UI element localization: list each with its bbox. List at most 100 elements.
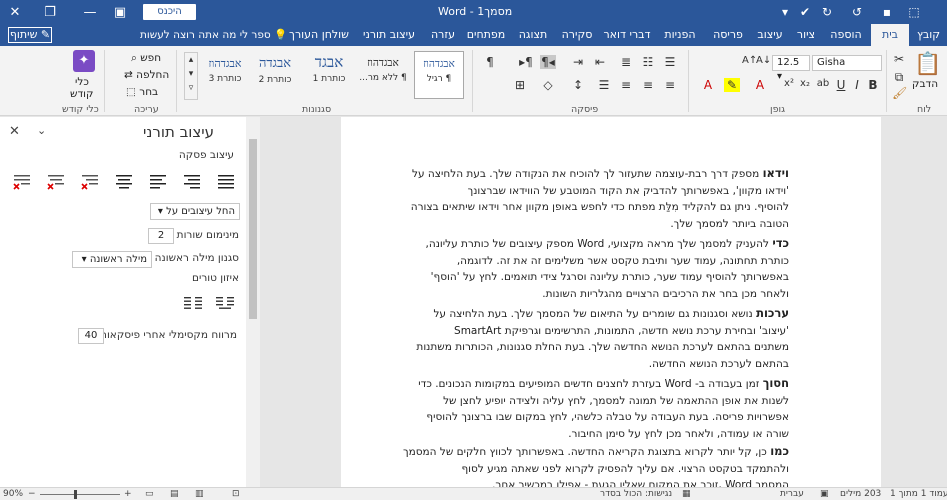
pane-scrollbar[interactable] [246, 117, 260, 487]
tab-help[interactable]: עזרה [426, 24, 460, 46]
show-marks-icon[interactable]: ¶ [482, 55, 498, 69]
proofing-icon[interactable]: ▣ [820, 488, 829, 500]
focus-icon[interactable]: ⊡ [232, 488, 240, 500]
print-layout-icon[interactable]: ▤ [170, 488, 179, 500]
increase-indent-icon[interactable]: ⇥ [570, 55, 586, 69]
tab-torah-design[interactable]: עיצוב תורני [354, 24, 424, 46]
document-page[interactable]: וידאו מספק דרך רבת-עוצמה שתעזור לך להוכי… [341, 117, 881, 487]
tab-home[interactable]: בית [871, 24, 909, 46]
close-icon[interactable]: ✕ [9, 124, 20, 139]
ribbon-display-icon[interactable]: ▣ [105, 0, 135, 24]
subscript-icon[interactable]: x₂ [798, 78, 812, 89]
highlight-icon[interactable]: ✎ [724, 78, 740, 92]
font-color-icon[interactable]: A [752, 78, 768, 92]
tab-editor-desk[interactable]: שולחן העורך [286, 24, 352, 46]
copy-icon[interactable]: ⧉ [892, 70, 906, 85]
page-number[interactable]: עמוד 1 מתוך 1 [890, 488, 947, 500]
apply-styles-dropdown[interactable]: החל עיצובים על ▾ [150, 203, 240, 220]
grow-font-icon[interactable]: A↑ [742, 55, 757, 66]
zoom-in-icon[interactable]: + [124, 488, 132, 500]
find-button[interactable]: חפש ⌕ [131, 52, 161, 65]
paste-label[interactable]: הדבק [912, 78, 938, 90]
strikethrough-icon[interactable]: ab [816, 78, 830, 89]
multilevel-list-icon[interactable]: ≣ [618, 55, 634, 69]
style-heading-3[interactable]: אבגדהוז כותרת 3 [200, 51, 250, 99]
autosave-icon[interactable]: ⬚ [905, 3, 923, 21]
redo-icon[interactable]: ↻ [818, 3, 836, 21]
remove-align-icon[interactable] [80, 173, 100, 191]
web-layout-icon[interactable]: ▭ [145, 488, 154, 500]
align-center-icon[interactable]: ≡ [640, 78, 656, 92]
decrease-indent-icon[interactable]: ⇤ [592, 55, 608, 69]
underline-icon[interactable]: U [834, 78, 848, 92]
word-count[interactable]: 203 מילים [840, 488, 881, 500]
undo-icon[interactable]: ↺ [848, 3, 866, 21]
superscript-icon[interactable]: x² [782, 78, 796, 89]
paragraph-design[interactable]: כדי להעניק למסמך שלך מראה מקצועי, Word מ… [393, 235, 789, 302]
zoom-slider[interactable] [40, 488, 120, 500]
bullets-icon[interactable]: ☰ [662, 55, 678, 69]
style-heading-2[interactable]: אבגדה כותרת 2 [250, 51, 300, 99]
accessibility-status[interactable]: נגישות: הכול בסדר [600, 488, 672, 500]
tab-draw[interactable]: ציור [790, 24, 822, 46]
remove-center-icon[interactable] [46, 173, 66, 191]
save-icon[interactable]: ▪ [878, 3, 896, 21]
paragraph-themes[interactable]: ערכות נושא וסגנונות גם שומרים על התיאום … [393, 305, 789, 372]
numbering-icon[interactable]: ☷ [640, 55, 656, 69]
bold-icon[interactable]: B [866, 78, 880, 92]
zoom-level[interactable]: 90% [3, 488, 23, 500]
first-word-dropdown[interactable]: מילה ראשונה ▾ [72, 251, 152, 268]
paragraph-reading[interactable]: כמו כן, קל יותר לקרוא בתצוגת הקריאה החדש… [393, 443, 789, 487]
tab-design[interactable]: עיצוב [752, 24, 788, 46]
scrollbar-thumb[interactable] [249, 139, 257, 319]
text-effects-icon[interactable]: A [700, 78, 716, 92]
holy-tools-icon[interactable]: ✦ [73, 50, 95, 72]
read-mode-icon[interactable]: ▥ [195, 488, 204, 500]
min-lines-input[interactable]: 2 [148, 228, 174, 244]
max-spacing-input[interactable]: 40 [78, 328, 104, 344]
italic-icon[interactable]: I [850, 78, 864, 92]
font-name-box[interactable]: Gisha [812, 55, 882, 71]
close-icon[interactable]: ✕ [0, 0, 30, 24]
align-right-icon[interactable] [182, 173, 202, 191]
style-heading-1[interactable]: אבגד כותרת 1 [304, 51, 354, 99]
shading-icon[interactable]: ◇ [540, 78, 556, 92]
remove-justify-icon[interactable] [12, 173, 32, 191]
minimize-icon[interactable]: — [75, 0, 105, 24]
chevron-down-icon[interactable]: ⌄ [37, 124, 46, 137]
select-button[interactable]: בחר ⬚ [126, 86, 158, 98]
justify-icon[interactable]: ☰ [596, 78, 612, 92]
justify-icon[interactable] [216, 173, 236, 191]
paste-icon[interactable]: 📋 [914, 52, 941, 77]
align-right-icon[interactable]: ≡ [662, 78, 678, 92]
zoom-out-icon[interactable]: − [28, 488, 36, 500]
columns-balanced-icon[interactable] [215, 295, 235, 313]
align-left-icon[interactable] [148, 173, 168, 191]
columns-icon[interactable] [183, 295, 203, 313]
font-size-box[interactable]: 12.5 ▾ [772, 55, 810, 82]
zoom-thumb[interactable] [74, 490, 77, 499]
replace-button[interactable]: החלפה ⇄ [124, 69, 169, 81]
tab-view[interactable]: תצוגה [512, 24, 554, 46]
tab-review[interactable]: סקירה [556, 24, 598, 46]
format-painter-icon[interactable]: 🖌 [892, 86, 907, 100]
check-icon[interactable]: ✔ [796, 3, 814, 21]
cut-icon[interactable]: ✂ [892, 52, 906, 66]
tab-file[interactable]: קובץ [910, 24, 947, 46]
track-icon[interactable]: ▦ [682, 488, 691, 500]
style-normal[interactable]: אבגדהוז ¶ רגיל [414, 51, 464, 99]
signin-button[interactable]: היכנס [143, 4, 196, 20]
holy-tools-label-1[interactable]: כלי [75, 76, 89, 88]
tab-developer[interactable]: מפתחים [462, 24, 510, 46]
paragraph-video[interactable]: וידאו מספק דרך רבת-עוצמה שתעזור לך להוכי… [393, 165, 789, 232]
tab-insert[interactable]: הוספה [824, 24, 868, 46]
styles-more-icon[interactable]: ▴ ▾ ▿ [184, 52, 198, 100]
tab-references[interactable]: הפניות [656, 24, 704, 46]
shrink-font-icon[interactable]: A↓ [756, 55, 771, 66]
tell-me-box[interactable]: 💡 ספר לי מה אתה רוצה לעשות [140, 24, 287, 46]
qat-customize-icon[interactable]: ▾ [776, 3, 794, 21]
style-no-spacing[interactable]: אבגדהוז ¶ ללא מר... [358, 51, 408, 99]
holy-tools-label-2[interactable]: קודש [70, 88, 93, 100]
align-center-icon[interactable] [114, 173, 134, 191]
line-spacing-icon[interactable]: ↕ [570, 78, 586, 92]
